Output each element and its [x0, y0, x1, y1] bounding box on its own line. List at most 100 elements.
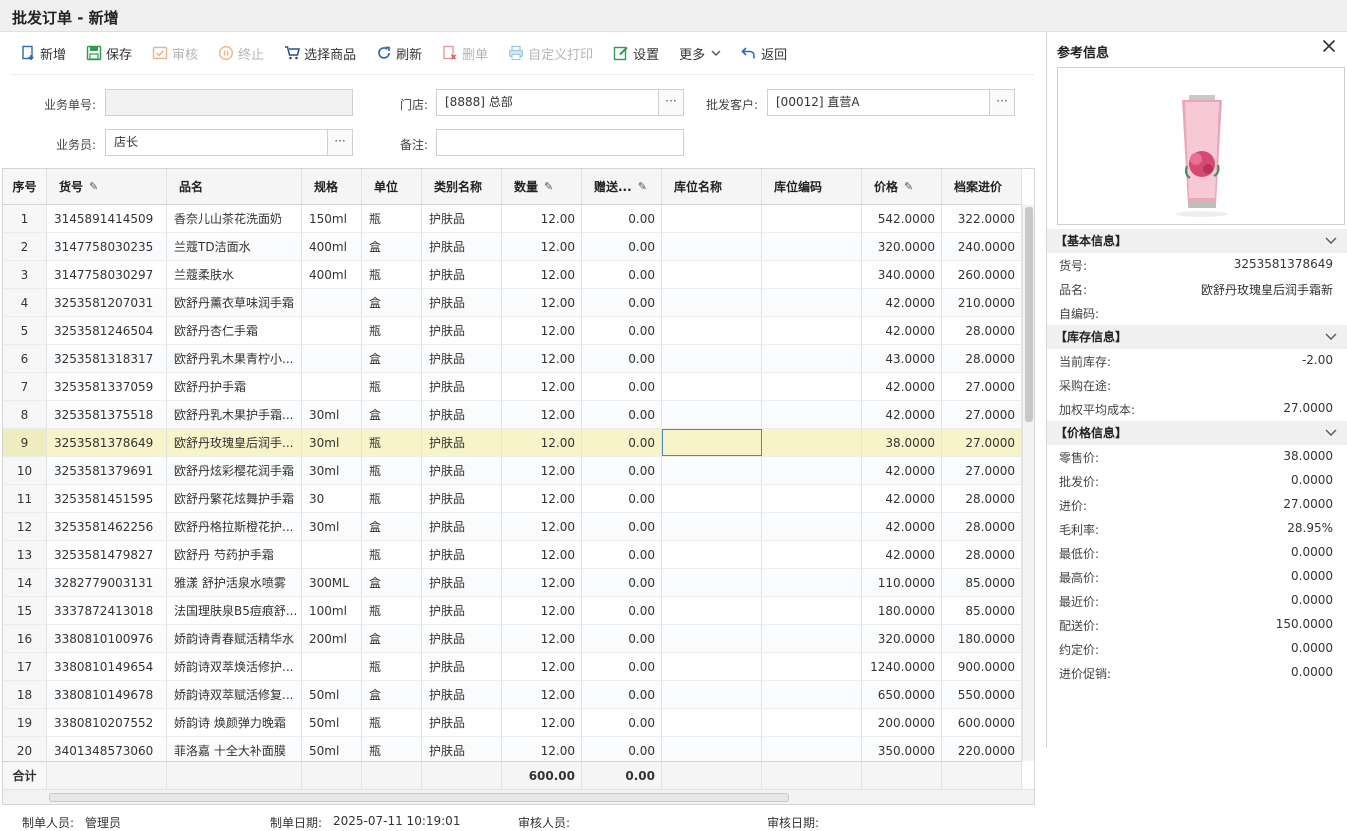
table-cell[interactable]: 0.00 — [582, 429, 662, 456]
table-cell[interactable] — [302, 289, 362, 316]
table-cell[interactable]: 护肤品 — [422, 233, 502, 260]
table-cell[interactable]: 0.00 — [582, 485, 662, 512]
table-cell[interactable]: 12.00 — [502, 737, 582, 764]
table-cell[interactable] — [662, 709, 762, 736]
table-cell[interactable]: 900.0000 — [942, 653, 1022, 680]
table-cell[interactable] — [662, 653, 762, 680]
stop-button[interactable]: 终止 — [208, 39, 274, 67]
table-cell[interactable] — [662, 513, 762, 540]
table-cell[interactable] — [662, 205, 762, 232]
table-cell[interactable]: 娇韵诗双萃赋活修复... — [167, 681, 302, 708]
table-cell[interactable]: 320.0000 — [862, 625, 942, 652]
table-cell[interactable]: 瓶 — [362, 373, 422, 400]
table-cell[interactable]: 瓶 — [362, 205, 422, 232]
table-cell[interactable]: 350.0000 — [862, 737, 942, 764]
table-cell[interactable]: 42.0000 — [862, 289, 942, 316]
table-cell[interactable]: 210.0000 — [942, 289, 1022, 316]
table-cell[interactable]: 3253581207031 — [47, 289, 167, 316]
table-cell[interactable]: 12.00 — [502, 597, 582, 624]
section-header-stock[interactable]: 【库存信息】 — [1047, 325, 1347, 349]
table-cell[interactable]: 0.00 — [582, 205, 662, 232]
table-cell[interactable]: 200ml — [302, 625, 362, 652]
table-cell[interactable]: 瓶 — [362, 485, 422, 512]
table-row[interactable]: 17 3380810149654 娇韵诗双萃焕活修护... 瓶护肤品 12.00 0.00… — [3, 653, 1022, 681]
table-cell[interactable] — [762, 401, 862, 428]
table-cell[interactable]: 3253581379691 — [47, 457, 167, 484]
table-cell[interactable]: 护肤品 — [422, 373, 502, 400]
table-cell[interactable]: 欧舒丹格拉斯橙花护... — [167, 513, 302, 540]
table-cell[interactable]: 12.00 — [502, 345, 582, 372]
table-cell[interactable]: 12.00 — [502, 625, 582, 652]
table-cell[interactable]: 30ml — [302, 513, 362, 540]
table-cell[interactable]: 50ml — [302, 709, 362, 736]
table-cell[interactable]: 护肤品 — [422, 597, 502, 624]
table-cell[interactable]: 瓶 — [362, 737, 422, 764]
table-cell[interactable]: 28.0000 — [942, 513, 1022, 540]
table-cell[interactable]: 12.00 — [502, 317, 582, 344]
table-cell[interactable]: 12.00 — [502, 205, 582, 232]
table-cell[interactable]: 护肤品 — [422, 653, 502, 680]
delete-button[interactable]: 删单 — [432, 39, 498, 67]
table-cell[interactable]: 38.0000 — [862, 429, 942, 456]
table-cell[interactable] — [662, 737, 762, 764]
table-cell[interactable]: 0.00 — [582, 709, 662, 736]
table-cell[interactable]: 护肤品 — [422, 457, 502, 484]
save-button[interactable]: 保存 — [76, 39, 142, 67]
table-cell[interactable]: 瓶 — [362, 261, 422, 288]
section-header-price[interactable]: 【价格信息】 — [1047, 421, 1347, 445]
table-cell[interactable] — [762, 317, 862, 344]
table-row[interactable]: 9 3253581378649 欧舒丹玫瑰皇后润手... 30ml 瓶护肤品 12.00 0… — [3, 429, 1022, 457]
table-cell[interactable]: 3380810149678 — [47, 681, 167, 708]
table-cell[interactable]: 盒 — [362, 233, 422, 260]
table-cell[interactable]: 护肤品 — [422, 345, 502, 372]
table-cell[interactable]: 0.00 — [582, 317, 662, 344]
table-cell[interactable]: 3147758030297 — [47, 261, 167, 288]
table-cell[interactable]: 0.00 — [582, 457, 662, 484]
table-row[interactable]: 4 3253581207031 欧舒丹薰衣草味润手霜 盒护肤品 12.00 0.00 42.… — [3, 289, 1022, 317]
table-cell[interactable]: 42.0000 — [862, 373, 942, 400]
table-cell[interactable]: 12.00 — [502, 289, 582, 316]
table-row[interactable]: 6 3253581318317 欧舒丹乳木果青柠小... 盒护肤品 12.00 0.00 4… — [3, 345, 1022, 373]
table-row[interactable]: 2 3147758030235 兰蔻TD洁面水 400ml 盒护肤品 12.00 0.00 3… — [3, 233, 1022, 261]
table-row[interactable]: 7 3253581337059 欧舒丹护手霜 瓶护肤品 12.00 0.00 42.0000… — [3, 373, 1022, 401]
table-cell[interactable]: 0.00 — [582, 737, 662, 764]
table-row[interactable]: 3 3147758030297 兰蔻柔肤水 400ml 瓶护肤品 12.00 0.00 340… — [3, 261, 1022, 289]
table-row[interactable]: 19 3380810207552 娇韵诗 焕颜弹力晚霜 50ml 瓶护肤品 12.00 0.… — [3, 709, 1022, 737]
table-cell[interactable] — [762, 569, 862, 596]
table-cell[interactable]: 0.00 — [582, 373, 662, 400]
table-cell[interactable]: 护肤品 — [422, 317, 502, 344]
table-cell[interactable] — [662, 233, 762, 260]
table-cell[interactable]: 42.0000 — [862, 513, 942, 540]
table-cell[interactable]: 0.00 — [582, 345, 662, 372]
table-cell[interactable]: 28.0000 — [942, 317, 1022, 344]
custom-print-button[interactable]: 自定义打印 — [498, 39, 603, 67]
table-cell[interactable]: 0.00 — [582, 569, 662, 596]
table-cell[interactable]: 0.00 — [582, 233, 662, 260]
table-cell[interactable]: 30ml — [302, 401, 362, 428]
settings-button[interactable]: 设置 — [603, 39, 669, 67]
table-cell[interactable]: 27.0000 — [942, 373, 1022, 400]
customer-field[interactable]: [00012] 直营A — [767, 89, 990, 116]
table-cell[interactable]: 兰蔻TD洁面水 — [167, 233, 302, 260]
select-goods-button[interactable]: 选择商品 — [274, 39, 366, 67]
table-cell[interactable]: 12.00 — [502, 429, 582, 456]
table-cell[interactable]: 盒 — [362, 681, 422, 708]
column-header[interactable]: 赠送... ✎ — [582, 169, 662, 204]
table-cell[interactable]: 0.00 — [582, 261, 662, 288]
refresh-button[interactable]: 刷新 — [366, 39, 432, 67]
vertical-scrollbar[interactable] — [1022, 205, 1034, 761]
table-row[interactable]: 16 3380810100976 娇韵诗青春赋活精华水 200ml 盒护肤品 12.00 0… — [3, 625, 1022, 653]
table-cell[interactable]: 盒 — [362, 401, 422, 428]
table-cell[interactable]: 30ml — [302, 429, 362, 456]
order-no-field[interactable] — [105, 89, 353, 116]
table-cell[interactable]: 150ml — [302, 205, 362, 232]
table-cell[interactable] — [662, 597, 762, 624]
column-header[interactable]: 品名 — [167, 169, 302, 204]
table-cell[interactable]: 50ml — [302, 681, 362, 708]
table-cell[interactable] — [662, 401, 762, 428]
table-cell[interactable]: 650.0000 — [862, 681, 942, 708]
table-cell[interactable]: 3253581375518 — [47, 401, 167, 428]
table-row[interactable]: 13 3253581479827 欧舒丹 芍药护手霜 瓶护肤品 12.00 0.00 42.… — [3, 541, 1022, 569]
table-cell[interactable] — [762, 261, 862, 288]
table-cell[interactable]: 盒 — [362, 513, 422, 540]
